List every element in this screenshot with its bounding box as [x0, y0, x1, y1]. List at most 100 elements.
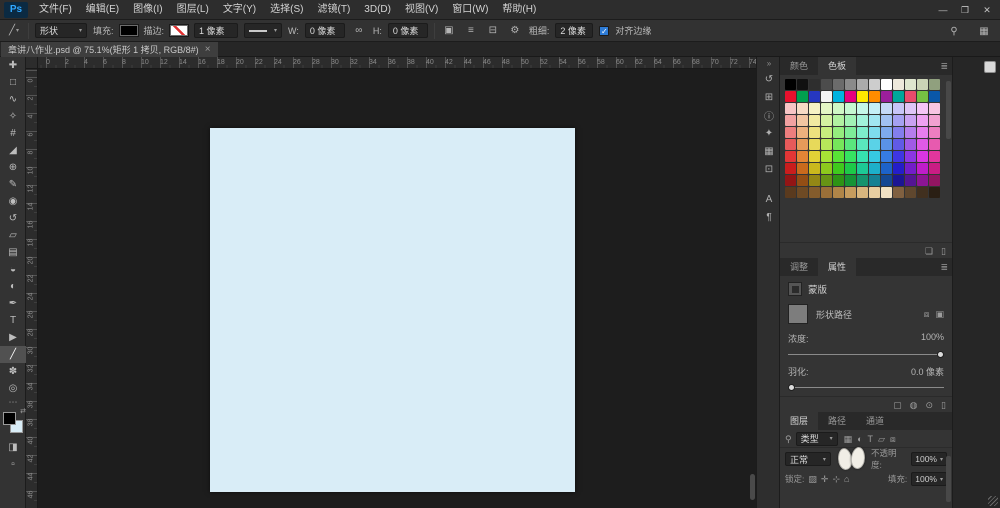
color-swatch[interactable]	[929, 175, 940, 186]
color-swatch[interactable]	[893, 187, 904, 198]
filter-shape-layers-icon[interactable]: ▱	[878, 433, 885, 445]
styles-panel-icon[interactable]: ✦	[757, 124, 781, 142]
color-swatch[interactable]	[869, 79, 880, 90]
color-swatch[interactable]	[797, 79, 808, 90]
menu-item[interactable]: 窗口(W)	[445, 0, 495, 20]
color-swatch[interactable]	[893, 175, 904, 186]
color-swatch[interactable]	[833, 115, 844, 126]
color-swatch[interactable]	[905, 91, 916, 102]
color-swatch[interactable]	[917, 79, 928, 90]
apply-mask-icon[interactable]: ◍	[910, 399, 918, 411]
color-swatch[interactable]	[929, 187, 940, 198]
menu-item[interactable]: 滤镜(T)	[311, 0, 358, 20]
color-swatch[interactable]	[821, 103, 832, 114]
history-panel-icon[interactable]: ↺	[757, 70, 781, 88]
swatches-scrollbar[interactable]	[946, 81, 951, 139]
fill-color-swatch[interactable]	[120, 25, 138, 36]
color-swatch[interactable]	[833, 91, 844, 102]
collapse-panels-icon[interactable]: »	[757, 57, 781, 70]
healing-brush-tool[interactable]: ⊕	[0, 159, 26, 176]
workspace-switcher-icon[interactable]: ▦	[976, 23, 992, 39]
panel-menu-icon[interactable]: ≣	[940, 258, 948, 276]
add-mask-icon[interactable]: ▣	[935, 308, 944, 320]
color-swatch[interactable]	[905, 175, 916, 186]
weight-input[interactable]: 2 像素	[555, 23, 593, 38]
color-swatch[interactable]	[905, 139, 916, 150]
color-swatch[interactable]	[821, 175, 832, 186]
color-swatch[interactable]	[809, 79, 820, 90]
color-swatch[interactable]	[845, 139, 856, 150]
color-swatch[interactable]	[881, 139, 892, 150]
hand-tool[interactable]: ✽	[0, 363, 26, 380]
color-swatch[interactable]	[797, 115, 808, 126]
color-swatch[interactable]	[905, 79, 916, 90]
foreground-color-swatch[interactable]	[3, 412, 16, 425]
color-swatch[interactable]	[917, 91, 928, 102]
type-tool[interactable]: T	[0, 312, 26, 329]
top-ruler[interactable]: 0246810121416182022242628303234363840424…	[38, 57, 756, 69]
menu-item[interactable]: 3D(D)	[357, 0, 398, 20]
mask-thumbnail[interactable]	[788, 304, 808, 324]
shape-height-input[interactable]: 0 像素	[388, 23, 428, 38]
color-swatch[interactable]	[785, 103, 796, 114]
color-swatch[interactable]	[845, 115, 856, 126]
color-swatch[interactable]	[857, 151, 868, 162]
tool-mode-select[interactable]: 形状 ▾	[35, 23, 87, 38]
load-selection-icon[interactable]: ▢	[893, 399, 902, 411]
filter-pixel-layers-icon[interactable]: ▦	[844, 433, 853, 445]
color-swatch[interactable]	[821, 91, 832, 102]
color-swatch[interactable]	[845, 163, 856, 174]
feather-slider-knob[interactable]	[788, 384, 795, 391]
color-swatch[interactable]	[857, 79, 868, 90]
color-swatch[interactable]	[785, 127, 796, 138]
gradient-tool[interactable]: ▤	[0, 244, 26, 261]
tab-channels[interactable]: 通道	[856, 412, 894, 430]
close-tab-icon[interactable]: ×	[205, 44, 211, 55]
canvas-scrollbar[interactable]	[750, 474, 755, 500]
density-slider-knob[interactable]	[937, 351, 944, 358]
stroke-style-select[interactable]: ▾	[244, 23, 282, 38]
document-tab[interactable]: 章讲八作业.psd @ 75.1%(矩形 1 拷贝, RGB/8#) ×	[1, 42, 218, 57]
color-swatch[interactable]	[845, 151, 856, 162]
clone-source-panel-icon[interactable]: ⊡	[757, 160, 781, 178]
color-swatch[interactable]	[809, 175, 820, 186]
menu-item[interactable]: 图层(L)	[170, 0, 216, 20]
menu-item[interactable]: 视图(V)	[398, 0, 445, 20]
color-swatch[interactable]	[845, 187, 856, 198]
clone-stamp-tool[interactable]: ◉	[0, 193, 26, 210]
menu-item[interactable]: 编辑(E)	[79, 0, 126, 20]
color-swatch[interactable]	[881, 115, 892, 126]
shape-tool[interactable]: ╱	[0, 346, 26, 363]
quick-selection-tool[interactable]: ✧	[0, 108, 26, 125]
color-swatch[interactable]	[869, 127, 880, 138]
color-swatch[interactable]	[821, 187, 832, 198]
color-swatch[interactable]	[869, 187, 880, 198]
color-swatch[interactable]	[857, 127, 868, 138]
screen-mode-icon[interactable]: ▫	[0, 456, 26, 473]
color-swatch[interactable]	[785, 139, 796, 150]
color-swatch[interactable]	[881, 127, 892, 138]
left-ruler[interactable]: 0246810121416182022242628303234363840424…	[26, 69, 38, 508]
color-swatch[interactable]	[809, 151, 820, 162]
color-swatch[interactable]	[821, 115, 832, 126]
color-swatch[interactable]	[797, 163, 808, 174]
color-swatch[interactable]	[893, 115, 904, 126]
zoom-tool[interactable]: ◎	[0, 380, 26, 397]
color-swatch[interactable]	[857, 187, 868, 198]
color-swatch[interactable]	[893, 103, 904, 114]
paragraph-panel-icon[interactable]: ¶	[757, 208, 781, 226]
navigator-panel-icon[interactable]: ⊞	[757, 88, 781, 106]
color-swatch[interactable]	[917, 115, 928, 126]
color-swatch[interactable]	[785, 163, 796, 174]
color-swatch[interactable]	[797, 175, 808, 186]
color-swatch[interactable]	[821, 79, 832, 90]
color-swatch[interactable]	[869, 151, 880, 162]
lock-transparent-icon[interactable]: ▨	[808, 473, 817, 485]
pen-tool[interactable]: ✒	[0, 295, 26, 312]
color-swatch[interactable]	[833, 175, 844, 186]
color-swatch[interactable]	[905, 187, 916, 198]
color-swatch[interactable]	[785, 79, 796, 90]
opacity-input[interactable]: 100% ▾	[911, 452, 947, 466]
eyedropper-tool[interactable]: ◢	[0, 142, 26, 159]
color-swatch[interactable]	[797, 187, 808, 198]
